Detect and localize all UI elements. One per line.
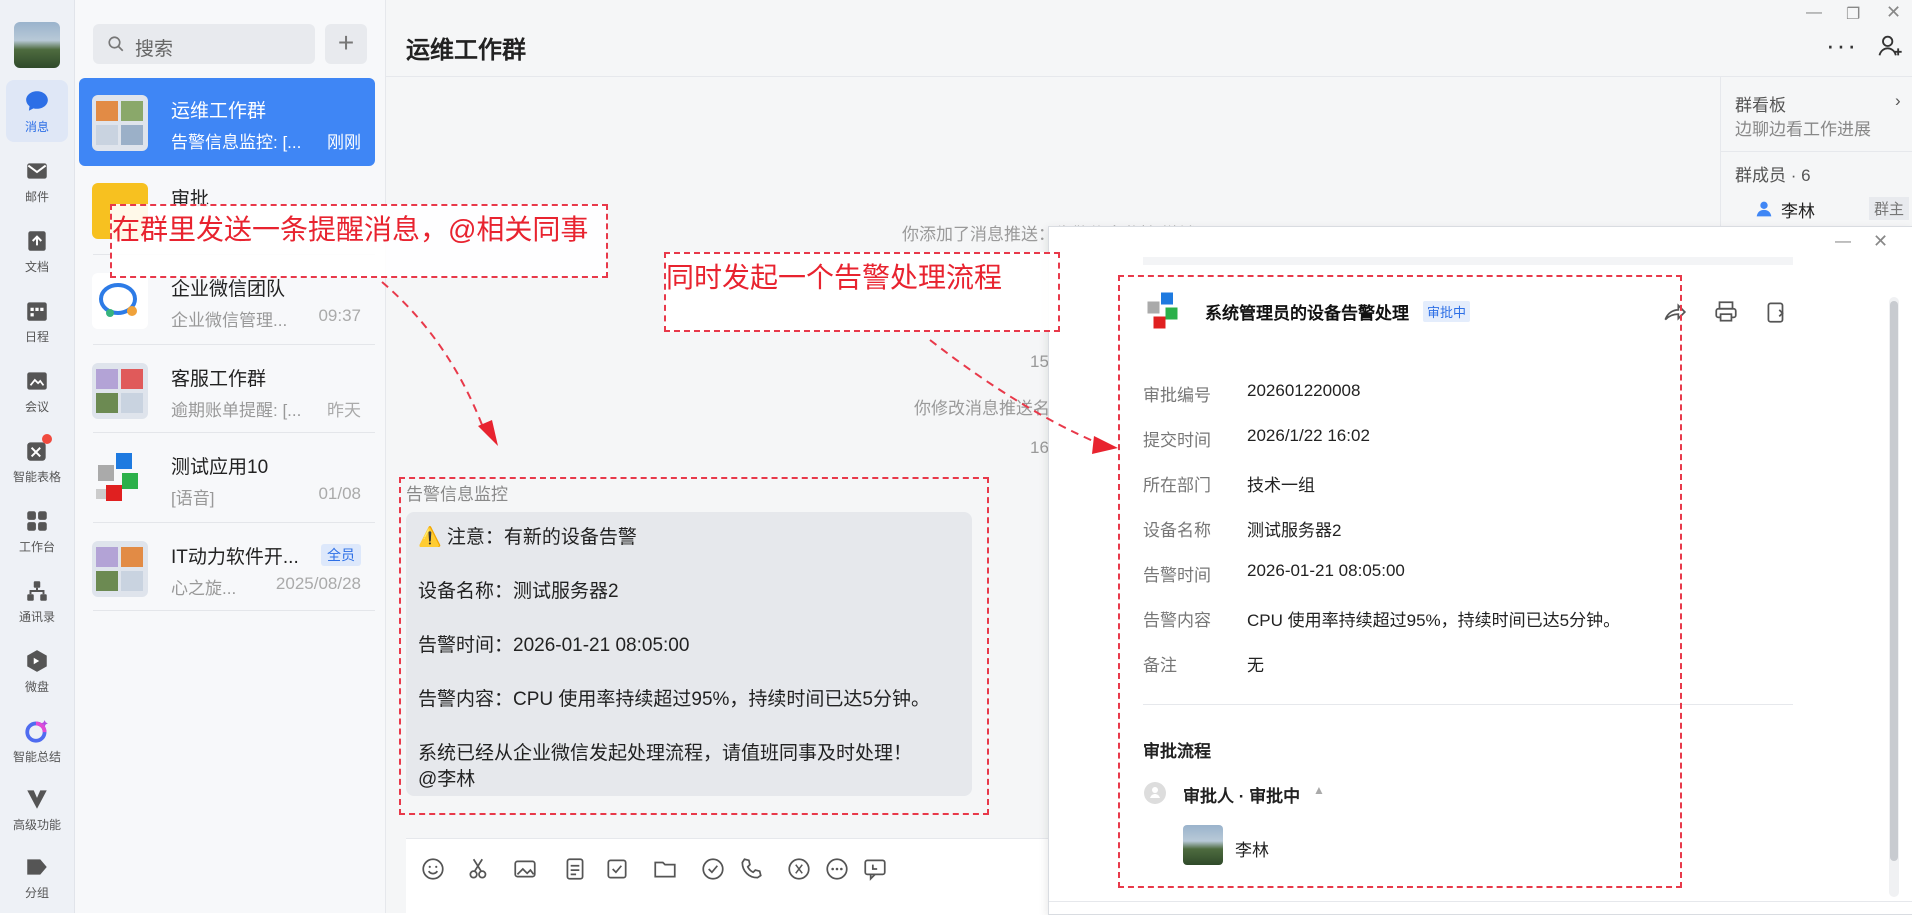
arrow-to-message (381, 281, 485, 431)
arrow-to-approval (929, 339, 1101, 445)
annotation-arrows (381, 281, 1118, 454)
arrowhead (1092, 436, 1118, 454)
